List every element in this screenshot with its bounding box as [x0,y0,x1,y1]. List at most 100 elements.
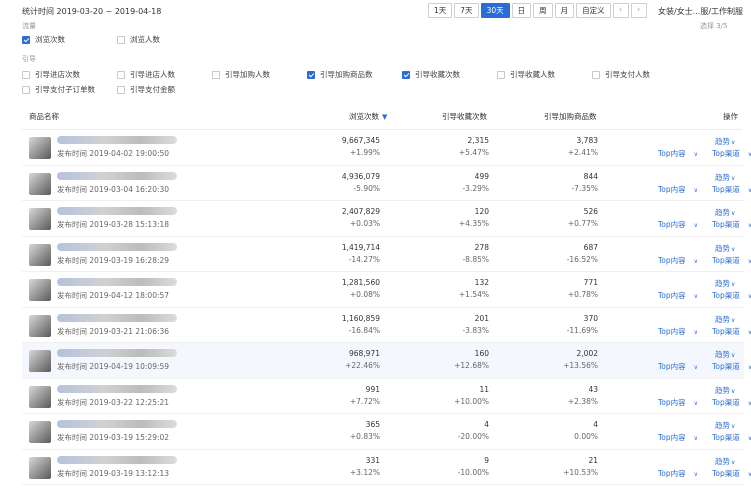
trend-link[interactable]: 趋势∨ [715,385,735,396]
table-row[interactable]: 发布时间 2019-03-19 13:12:13 331 +3.12% 9 -10.00… [22,450,751,485]
checkbox-guide-5[interactable]: 引导收藏人数 [497,69,555,80]
top-channel-link[interactable]: Top渠道 ∨ [712,256,751,265]
top-channel-link[interactable]: Top渠道 ∨ [712,362,751,371]
product-thumbnail[interactable] [29,314,51,337]
trend-link[interactable]: 趋势∨ [715,420,735,431]
table-row[interactable]: 发布时间 2019-03-28 15:13:18 2,407,829 +0.03% 1… [22,201,751,237]
checkbox-label: 引导支付子订单数 [35,85,95,94]
views-value: 968,971 [348,349,380,358]
table-row[interactable]: 发布时间 2019-03-04 16:20:30 4,936,079 -5.90% 4… [22,166,751,201]
checkbox-visitors[interactable]: 浏览人数 [117,34,160,45]
top-channel-link[interactable]: Top渠道 ∨ [712,149,751,158]
chevron-down-icon: ∨ [693,151,699,158]
top-channel-link[interactable]: Top渠道 ∨ [712,433,751,442]
trend-link[interactable]: 趋势∨ [715,314,735,325]
top-content-label: Top内容 [658,220,686,229]
th-views[interactable]: 浏览次数 ▼ [349,111,387,122]
product-title-blurred[interactable] [57,207,177,215]
product-thumbnail[interactable] [29,385,51,408]
th-cart[interactable]: 引导加购商品数 [544,111,597,122]
trend-link[interactable]: 趋势∨ [715,456,735,467]
checkbox-guide-4[interactable]: 引导收藏次数 [402,69,460,80]
top-channel-link[interactable]: Top渠道 ∨ [712,291,751,300]
top-content-link[interactable]: Top内容 ∨ [658,291,705,300]
top-channel-link[interactable]: Top渠道 ∨ [712,185,751,194]
checkbox-guide-3[interactable]: 引导加购商品数 [307,69,373,80]
table-row[interactable]: 发布时间 2019-03-22 12:25:21 991 +7.72% 11 +10.0… [22,379,751,414]
chevron-down-icon: ∨ [731,245,736,253]
top-content-link[interactable]: Top内容 ∨ [658,433,705,442]
th-ops: 操作 [723,112,738,121]
select-count: 选择 3/5 [700,22,728,30]
product-title-blurred[interactable] [57,349,177,357]
period-custom[interactable]: 自定义 [576,3,611,18]
prev-arrow-icon[interactable]: ‹ [612,3,629,18]
checkbox-guide-2[interactable]: 引导加购人数 [212,69,270,80]
chevron-down-icon: ∨ [731,423,736,430]
period-week[interactable]: 周 [533,3,553,18]
top-channel-link[interactable]: Top渠道 ∨ [712,220,751,229]
trend-link[interactable]: 趋势∨ [715,136,735,147]
product-title-blurred[interactable] [57,384,177,393]
product-thumbnail[interactable] [29,208,51,230]
checkbox-views[interactable]: 浏览次数 [22,34,65,45]
product-title-blurred[interactable] [57,455,177,464]
trend-link[interactable]: 趋势∨ [715,207,735,218]
period-7d[interactable]: 7天 [454,3,479,18]
top-content-link[interactable]: Top内容 ∨ [658,185,705,194]
product-title-blurred[interactable] [57,136,177,144]
product-thumbnail[interactable] [29,172,51,195]
checkbox-guide2-1[interactable]: 引导支付金额 [117,84,175,95]
top-content-link[interactable]: Top内容 ∨ [658,327,705,336]
product-title-blurred[interactable] [57,242,177,251]
checkbox-guide-0[interactable]: 引导进店次数 [22,69,80,80]
top-content-link[interactable]: Top内容 ∨ [658,220,705,229]
trend-link[interactable]: 趋势∨ [715,349,735,360]
trend-link[interactable]: 趋势∨ [715,172,735,183]
checkbox-guide-6[interactable]: 引导支付人数 [592,69,650,80]
trend-label: 趋势 [715,172,730,182]
top-channel-link[interactable]: Top渠道 ∨ [712,469,751,478]
checkbox-guide2-0[interactable]: 引导支付子订单数 [22,84,95,95]
th-favorites[interactable]: 引导收藏次数 [442,111,487,122]
category-selector[interactable]: 女装/女士...服/工作制服 [658,6,743,17]
table-row[interactable]: 发布时间 2019-03-19 15:29:02 365 +0.83% 4 -20.00… [22,414,751,450]
trend-link[interactable]: 趋势∨ [715,243,735,254]
period-day[interactable]: 日 [511,3,532,18]
period-30d[interactable]: 30天 [480,3,510,18]
product-thumbnail[interactable] [29,421,51,443]
next-arrow-icon[interactable]: › [630,3,647,18]
top-channel-link[interactable]: Top渠道 ∨ [712,398,751,407]
sort-down-icon[interactable]: ▼ [382,113,387,121]
product-thumbnail[interactable] [29,243,51,266]
period-1d[interactable]: 1天 [428,3,453,18]
top-content-link[interactable]: Top内容 ∨ [658,362,705,371]
traffic-label: 流量 [22,22,36,30]
product-title-blurred[interactable] [57,420,177,428]
product-thumbnail[interactable] [29,279,51,301]
checkbox-guide-1[interactable]: 引导进店人数 [117,69,175,80]
product-thumbnail[interactable] [29,350,51,372]
trend-link[interactable]: 趋势∨ [715,278,735,289]
favorites-value: 9 [484,455,489,465]
top-content-link[interactable]: Top内容 ∨ [658,149,705,158]
table-row[interactable]: 发布时间 2019-03-21 21:06:36 1,160,859 -16.84%… [22,308,751,343]
top-channel-link[interactable]: Top渠道 ∨ [712,327,751,336]
top-content-link[interactable]: Top内容 ∨ [658,256,705,265]
product-title-blurred[interactable] [57,171,177,180]
top-content-link[interactable]: Top内容 ∨ [658,398,705,407]
table-row[interactable]: 发布时间 2019-04-02 19:00:50 9,667,345 +1.99% 2… [22,130,751,166]
product-thumbnail[interactable] [29,137,51,159]
trend-label: 趋势 [715,456,730,466]
product-title-blurred[interactable] [57,313,177,322]
top-content-label: Top内容 [658,255,686,265]
top-content-link[interactable]: Top内容 ∨ [658,469,705,478]
chevron-down-icon: ∨ [693,257,699,265]
table-row[interactable]: 发布时间 2019-04-19 10:09:59 968,971 +22.46% 16… [22,343,751,379]
product-thumbnail[interactable] [29,456,51,479]
favorites-change: +5.47% [458,148,489,157]
table-row[interactable]: 发布时间 2019-04-12 18:00:57 1,281,560 +0.08% 1… [22,272,751,308]
product-title-blurred[interactable] [57,278,177,286]
period-month[interactable]: 月 [554,3,575,18]
table-row[interactable]: 发布时间 2019-03-19 16:28:29 1,419,714 -14.27%… [22,237,751,272]
